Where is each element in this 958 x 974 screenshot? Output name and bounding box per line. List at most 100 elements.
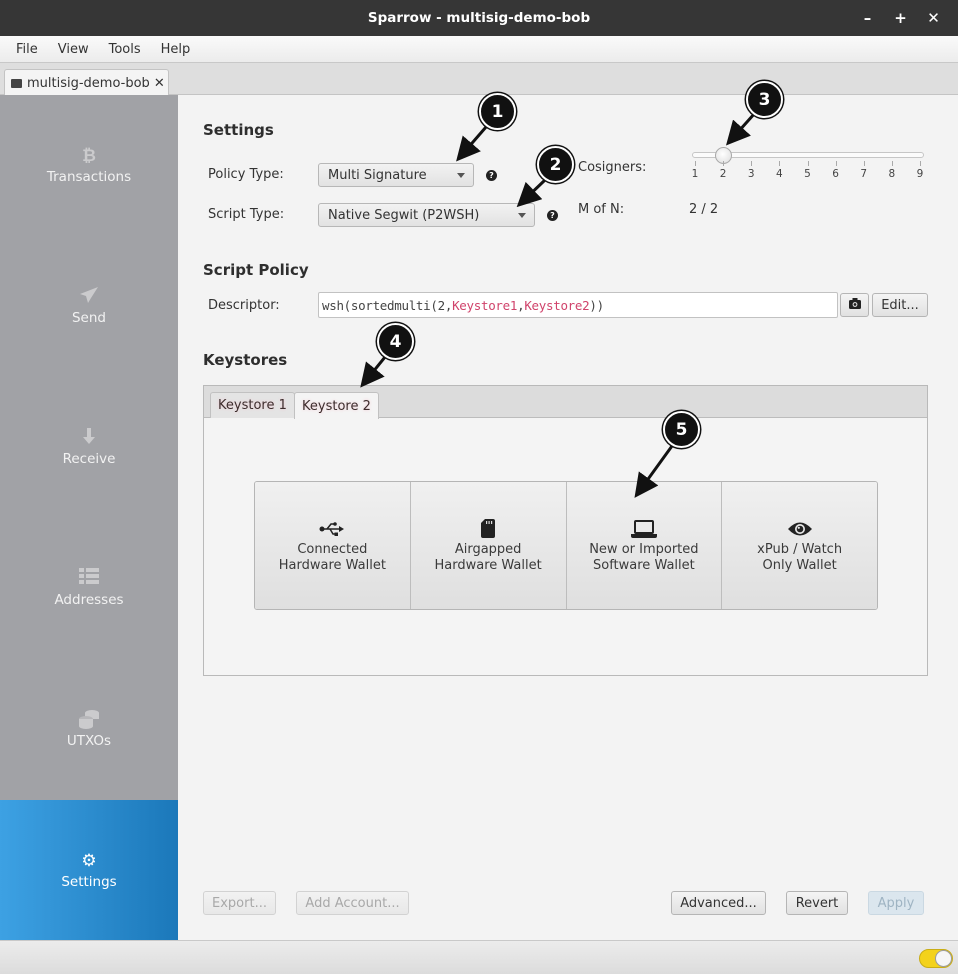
wallet-type-options: Connected Hardware Wallet Airgapped Hard… (254, 481, 878, 610)
airgapped-hardware-wallet-button[interactable]: Airgapped Hardware Wallet (410, 482, 567, 609)
menu-file[interactable]: File (6, 42, 48, 57)
chevron-down-icon (457, 173, 465, 178)
coins-icon (78, 709, 100, 731)
sidebar-item-receive[interactable]: Receive (0, 377, 178, 517)
m-of-n-value: 2 / 2 (689, 202, 719, 217)
wallet-option-line1: xPub / Watch (757, 541, 843, 557)
callout-2: 2 (537, 146, 574, 183)
close-window-button[interactable]: ✕ (917, 9, 950, 27)
apply-button[interactable]: Apply (868, 891, 924, 915)
document-tab-label: multisig-demo-bob (27, 75, 150, 91)
settings-heading: Settings (203, 121, 274, 139)
sidebar-item-send[interactable]: Send (0, 236, 178, 376)
wallet-option-line2: Hardware Wallet (278, 557, 386, 573)
script-policy-heading: Script Policy (203, 261, 309, 279)
slider-tick-label: 4 (776, 168, 783, 180)
sidebar-item-label: Receive (62, 451, 116, 467)
descriptor-prefix: wsh(sortedmulti(2, (322, 297, 453, 313)
policy-type-value: Multi Signature (328, 167, 427, 183)
policy-type-dropdown[interactable]: Multi Signature (318, 163, 474, 187)
wallet-option-line2: Hardware Wallet (434, 557, 542, 573)
descriptor-suffix: )) (589, 297, 604, 313)
status-bar (0, 940, 958, 974)
callout-4: 4 (377, 323, 414, 360)
sidebar-item-label: Transactions (46, 169, 132, 185)
slider-tick (835, 161, 837, 166)
revert-button[interactable]: Revert (786, 891, 848, 915)
sd-card-icon (481, 518, 496, 540)
slider-tick (920, 161, 921, 166)
callout-arrow-3 (726, 112, 757, 146)
export-button[interactable]: Export... (203, 891, 276, 915)
edit-descriptor-button[interactable]: Edit... (872, 293, 928, 317)
wallet-option-line2: Software Wallet (593, 557, 695, 573)
usb-icon (319, 518, 345, 540)
sidebar: ₿ Transactions Send Receive Addresses UT… (0, 95, 178, 940)
wallet-option-line1: Airgapped (454, 541, 522, 557)
minimize-button[interactable]: – (851, 9, 884, 27)
document-tab[interactable]: multisig-demo-bob ✕ (4, 69, 169, 96)
scan-qr-button[interactable] (840, 293, 869, 317)
descriptor-field[interactable]: wsh(sortedmulti(2, Keystore1, Keystore2)) (318, 292, 838, 318)
policy-type-help-icon[interactable]: ? (486, 170, 497, 181)
connected-hardware-wallet-button[interactable]: Connected Hardware Wallet (255, 482, 411, 609)
callout-arrow-1 (456, 126, 488, 162)
list-icon (79, 568, 99, 590)
toggle-knob (935, 950, 952, 967)
descriptor-keystore-1: Keystore1 (452, 297, 518, 313)
script-type-help-icon[interactable]: ? (547, 210, 558, 221)
script-type-dropdown[interactable]: Native Segwit (P2WSH) (318, 203, 535, 227)
add-account-button[interactable]: Add Account... (296, 891, 409, 915)
document-tab-strip: multisig-demo-bob ✕ (0, 63, 958, 96)
sidebar-item-settings[interactable]: ⚙ Settings (0, 800, 178, 940)
sidebar-item-label: UTXOs (66, 733, 112, 749)
window-controls: – + ✕ (851, 0, 950, 36)
slider-tick-label: 1 (691, 168, 699, 180)
slider-tick (807, 161, 809, 166)
slider-tick (779, 161, 781, 166)
slider-tick-label: 2 (719, 168, 727, 180)
wallet-option-line2: Only Wallet (762, 557, 837, 573)
close-tab-icon[interactable]: ✕ (154, 76, 165, 91)
script-type-label: Script Type: (208, 207, 285, 222)
slider-tick (891, 161, 893, 166)
callout-arrow-2 (516, 178, 547, 208)
slider-tick (723, 161, 725, 166)
sidebar-item-transactions[interactable]: ₿ Transactions (0, 95, 178, 235)
tab-keystore-2[interactable]: Keystore 2 (294, 392, 379, 419)
gear-icon: ⚙ (81, 851, 97, 871)
advanced-button[interactable]: Advanced... (671, 891, 766, 915)
cosigners-label: Cosigners: (578, 160, 647, 175)
sidebar-item-utxos[interactable]: UTXOs (0, 659, 178, 799)
arrow-down-icon (80, 427, 98, 449)
menu-view[interactable]: View (48, 42, 99, 57)
script-type-value: Native Segwit (P2WSH) (328, 207, 480, 223)
slider-tick (695, 161, 696, 166)
bitcoin-icon: ₿ (82, 146, 96, 166)
menu-help[interactable]: Help (151, 42, 201, 57)
sidebar-item-label: Send (71, 310, 106, 326)
title-bar: Sparrow - multisig-demo-bob – + ✕ (0, 0, 958, 36)
keystores-heading: Keystores (203, 351, 288, 369)
connection-toggle[interactable] (919, 949, 953, 968)
watch-only-wallet-button[interactable]: xPub / Watch Only Wallet (722, 482, 877, 609)
eye-icon (787, 518, 813, 540)
tab-keystore-1[interactable]: Keystore 1 (210, 392, 295, 418)
callout-1: 1 (479, 93, 516, 130)
wallet-option-line1: New or Imported (589, 541, 699, 557)
camera-icon (848, 297, 861, 313)
maximize-button[interactable]: + (884, 9, 917, 27)
callout-5: 5 (663, 411, 700, 448)
sidebar-item-addresses[interactable]: Addresses (0, 518, 178, 658)
descriptor-label: Descriptor: (208, 298, 280, 313)
slider-tick-label: 9 (916, 168, 924, 180)
sidebar-item-label: Addresses (54, 592, 124, 608)
slider-tick-label: 5 (804, 168, 811, 180)
menu-tools[interactable]: Tools (99, 42, 151, 57)
software-wallet-button[interactable]: New or Imported Software Wallet (566, 482, 723, 609)
chevron-down-icon (518, 213, 526, 218)
slider-tick-label: 3 (747, 168, 755, 180)
slider-tick (863, 161, 865, 166)
slider-tick-label: 6 (832, 168, 839, 180)
keystores-tab-header: Keystore 1 Keystore 2 (204, 386, 927, 419)
